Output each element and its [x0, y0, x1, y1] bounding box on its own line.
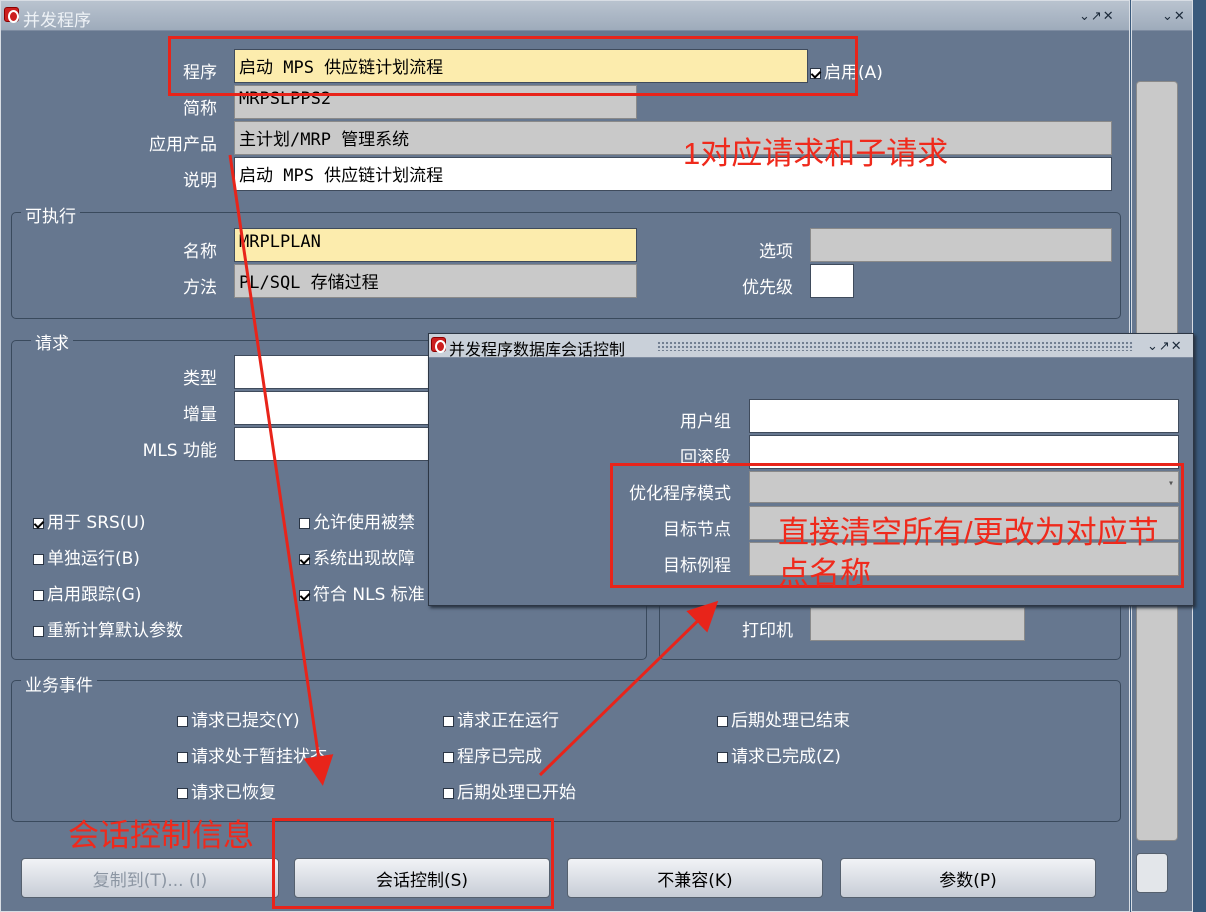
annotation-arrows: [228, 154, 719, 786]
arrow-up-icon: [538, 600, 719, 777]
annotation-request-subrequest: 1对应请求和子请求: [683, 136, 949, 171]
annotation-clear-line1: 直接清空所有/更改为对应节: [778, 515, 1159, 550]
annotation-clear-line2: 点名称: [778, 556, 871, 591]
annotation-session-info: 会话控制信息: [68, 818, 254, 853]
arrow-down-icon: [228, 154, 334, 786]
